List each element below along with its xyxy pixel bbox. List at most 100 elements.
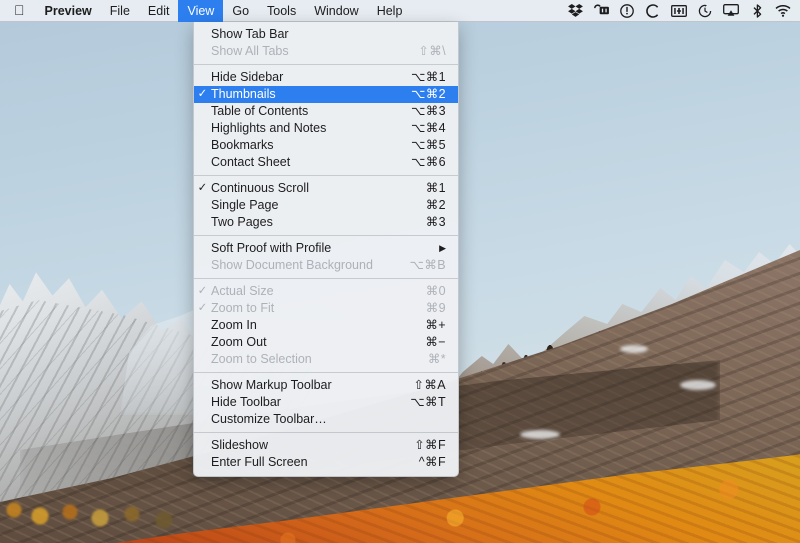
snow-patch-a (680, 380, 716, 390)
chrome-c-icon[interactable] (640, 0, 666, 22)
menu-item-show-all-tabs: Show All Tabs ⇧⌘\ (194, 43, 458, 60)
menu-item-label: Actual Size (211, 284, 274, 298)
autumn-trees-left (0, 492, 200, 542)
menu-item-bookmarks[interactable]: Bookmarks ⌥⌘5 (194, 137, 458, 154)
menu-item-shortcut: ⌥⌘3 (410, 104, 446, 118)
menu-bar-item-edit[interactable]: Edit (139, 0, 179, 22)
bluetooth-icon[interactable] (744, 0, 770, 22)
menu-item-show-tab-bar[interactable]: Show Tab Bar (194, 26, 458, 43)
menu-item-label: Highlights and Notes (211, 121, 327, 135)
menu-item-label: Show Markup Toolbar (211, 378, 332, 392)
menu-item-shortcut: ⌥⌘T (410, 395, 446, 409)
status-icons (562, 0, 800, 22)
menu-bar-items:  Preview File Edit View Go Tools Window… (0, 0, 411, 22)
menu-item-shortcut: ⌘+ (425, 318, 446, 332)
info-circle-icon[interactable] (614, 0, 640, 22)
menu-item-shortcut: ⌥⌘1 (410, 70, 446, 84)
menu-item-shortcut: ⌥⌘4 (410, 121, 446, 135)
menu-item-label: Continuous Scroll (211, 181, 309, 195)
menu-bar-item-tools[interactable]: Tools (258, 0, 305, 22)
menu-item-label: Slideshow (211, 438, 268, 452)
menu-item-thumbnails[interactable]: ✓ Thumbnails ⌥⌘2 (194, 86, 458, 103)
menu-separator (194, 64, 458, 65)
menu-separator (194, 278, 458, 279)
menu-separator (194, 432, 458, 433)
menu-item-zoom-to-fit: ✓ Zoom to Fit ⌘9 (194, 300, 458, 317)
menu-bar-item-preview[interactable]: Preview (36, 0, 101, 22)
menu-item-label: Single Page (211, 198, 279, 212)
menu-separator (194, 235, 458, 236)
menu-item-table-of-contents[interactable]: Table of Contents ⌥⌘3 (194, 103, 458, 120)
snow-patch-b (620, 345, 648, 353)
menu-item-two-pages[interactable]: Two Pages ⌘3 (194, 214, 458, 231)
dropbox-icon[interactable] (562, 0, 588, 22)
checkmark-icon: ✓ (197, 88, 208, 100)
menu-item-single-page[interactable]: Single Page ⌘2 (194, 197, 458, 214)
menu-item-show-document-background: Show Document Background ⌥⌘B (194, 257, 458, 274)
menu-item-shortcut: ⌘1 (425, 181, 446, 195)
menu-item-label: Zoom to Selection (211, 352, 312, 366)
menu-item-customize-toolbar[interactable]: Customize Toolbar… (194, 411, 458, 428)
menu-item-slideshow[interactable]: Slideshow ⇧⌘F (194, 437, 458, 454)
menu-item-zoom-to-selection: Zoom to Selection ⌘* (194, 351, 458, 368)
menu-separator (194, 372, 458, 373)
menu-item-label: Customize Toolbar… (211, 412, 327, 426)
menu-item-actual-size: ✓ Actual Size ⌘0 (194, 283, 458, 300)
menu-item-highlights-and-notes[interactable]: Highlights and Notes ⌥⌘4 (194, 120, 458, 137)
menu-bar-item-go[interactable]: Go (223, 0, 258, 22)
menu-item-label: Zoom to Fit (211, 301, 275, 315)
menu-item-shortcut: ⌥⌘B (409, 258, 446, 272)
menu-separator (194, 175, 458, 176)
menu-item-shortcut: ⌘9 (425, 301, 446, 315)
menu-item-shortcut: ⌘0 (425, 284, 446, 298)
menu-item-shortcut: ⇧⌘F (414, 438, 446, 452)
menu-item-shortcut: ⌥⌘2 (410, 87, 446, 101)
airplay-icon[interactable] (718, 0, 744, 22)
menu-item-label: Thumbnails (211, 87, 276, 101)
menu-item-zoom-out[interactable]: Zoom Out ⌘− (194, 334, 458, 351)
screenflow-icon[interactable] (588, 0, 614, 22)
submenu-arrow-icon: ▶ (439, 243, 446, 253)
view-dropdown-menu: Show Tab Bar Show All Tabs ⇧⌘\ Hide Sidebar… (193, 22, 459, 477)
menu-item-shortcut: ⌘* (427, 352, 446, 366)
checkmark-icon: ✓ (197, 285, 208, 297)
menu-bar-item-help[interactable]: Help (368, 0, 412, 22)
snow-patch-c (520, 430, 560, 439)
menu-item-continuous-scroll[interactable]: ✓ Continuous Scroll ⌘1 (194, 180, 458, 197)
menu-bar-item-file[interactable]: File (101, 0, 139, 22)
menu-item-shortcut: ^⌘F (418, 455, 446, 469)
menu-item-enter-full-screen[interactable]: Enter Full Screen ^⌘F (194, 454, 458, 471)
menu-item-contact-sheet[interactable]: Contact Sheet ⌥⌘6 (194, 154, 458, 171)
menu-item-shortcut: ⌥⌘5 (410, 138, 446, 152)
menu-item-label: Hide Toolbar (211, 395, 281, 409)
checkmark-icon: ✓ (197, 182, 208, 194)
menu-item-label: Enter Full Screen (211, 455, 308, 469)
menu-bar-item-window[interactable]: Window (305, 0, 367, 22)
menu-bar-item-view[interactable]: View (178, 0, 224, 22)
time-machine-icon[interactable] (692, 0, 718, 22)
menu-item-zoom-in[interactable]: Zoom In ⌘+ (194, 317, 458, 334)
menu-item-label: Soft Proof with Profile (211, 241, 332, 255)
menu-item-shortcut: ⇧⌘A (413, 378, 446, 392)
menu-item-label: Show Tab Bar (211, 27, 289, 41)
menu-item-hide-toolbar[interactable]: Hide Toolbar ⌥⌘T (194, 394, 458, 411)
apple-menu-icon[interactable]:  (0, 0, 36, 22)
menu-item-label: Show All Tabs (211, 44, 289, 58)
menu-item-label: Hide Sidebar (211, 70, 284, 84)
desktop-screen:  Preview File Edit View Go Tools Window… (0, 0, 800, 543)
menu-item-show-markup-toolbar[interactable]: Show Markup Toolbar ⇧⌘A (194, 377, 458, 394)
menu-item-shortcut: ⌘3 (425, 215, 446, 229)
menu-bar:  Preview File Edit View Go Tools Window… (0, 0, 800, 22)
menu-item-label: Contact Sheet (211, 155, 291, 169)
menu-item-soft-proof-with-profile[interactable]: Soft Proof with Profile ▶ (194, 240, 458, 257)
menu-item-hide-sidebar[interactable]: Hide Sidebar ⌥⌘1 (194, 69, 458, 86)
menu-item-label: Table of Contents (211, 104, 309, 118)
menu-item-label: Two Pages (211, 215, 273, 229)
wifi-icon[interactable] (770, 0, 796, 22)
menu-item-shortcut: ⌥⌘6 (410, 155, 446, 169)
menu-item-label: Show Document Background (211, 258, 373, 272)
menu-item-label: Zoom In (211, 318, 257, 332)
display-icon[interactable] (666, 0, 692, 22)
menu-item-shortcut: ⇧⌘\ (418, 44, 446, 58)
menu-item-shortcut: ⌘2 (425, 198, 446, 212)
